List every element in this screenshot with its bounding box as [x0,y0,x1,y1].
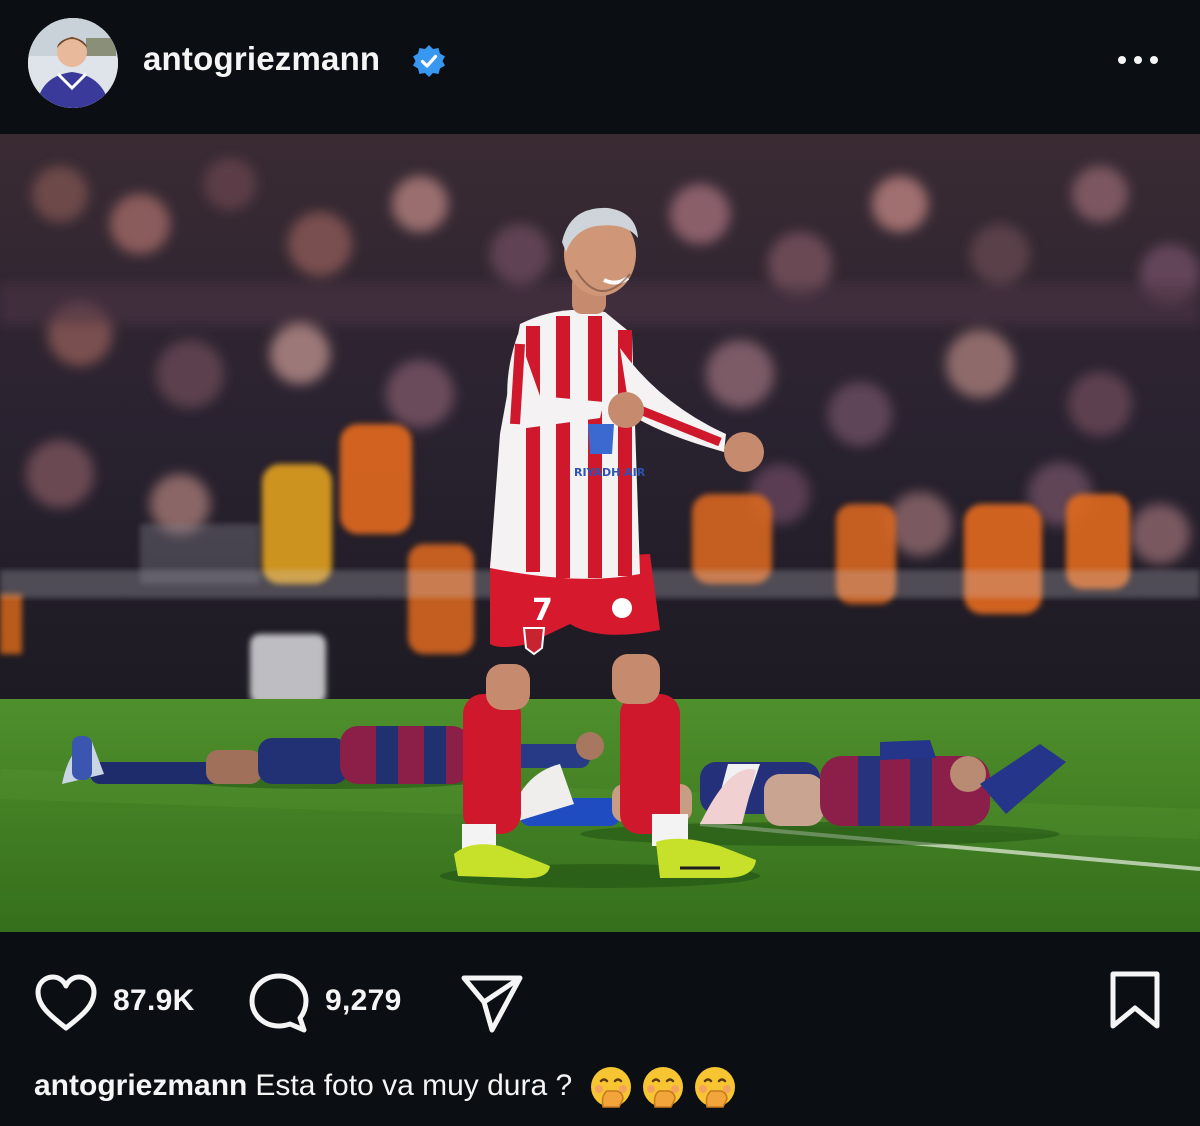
hand-over-mouth-emoji [694,1067,735,1108]
caption-username[interactable]: antogriezmann [34,1069,247,1102]
caption-text: Esta foto va muy dura ? [255,1069,573,1102]
heart-icon[interactable] [34,974,98,1032]
instagram-post: antogriezmann 7 RIYADH AIR 87.9K 9,279 a… [0,0,1200,1126]
more-dots-icon[interactable] [1112,44,1164,76]
jersey-sponsor: RIYADH AIR [574,466,646,479]
avatar-image [28,18,118,108]
hand-over-mouth-emoji [642,1067,683,1108]
likes-count[interactable]: 87.9K [113,984,195,1018]
verified-badge-icon [413,45,445,77]
comments-count[interactable]: 9,279 [325,984,402,1018]
avatar[interactable] [28,18,118,108]
action-bar: 87.9K 9,279 [0,934,1200,1054]
post-username[interactable]: antogriezmann [143,40,380,78]
post-caption: antogriezmann Esta foto va muy dura ? [34,1064,1174,1114]
comment-bubble-icon[interactable] [248,972,310,1034]
post-photo[interactable]: 7 RIYADH AIR [0,134,1200,932]
football-celebration-photo: 7 RIYADH AIR [0,134,1200,932]
jersey-number: 7 [532,593,553,628]
bookmark-icon[interactable] [1108,970,1162,1030]
post-header: antogriezmann [0,0,1200,126]
hand-over-mouth-emoji [590,1067,631,1108]
paper-plane-icon[interactable] [460,972,524,1034]
